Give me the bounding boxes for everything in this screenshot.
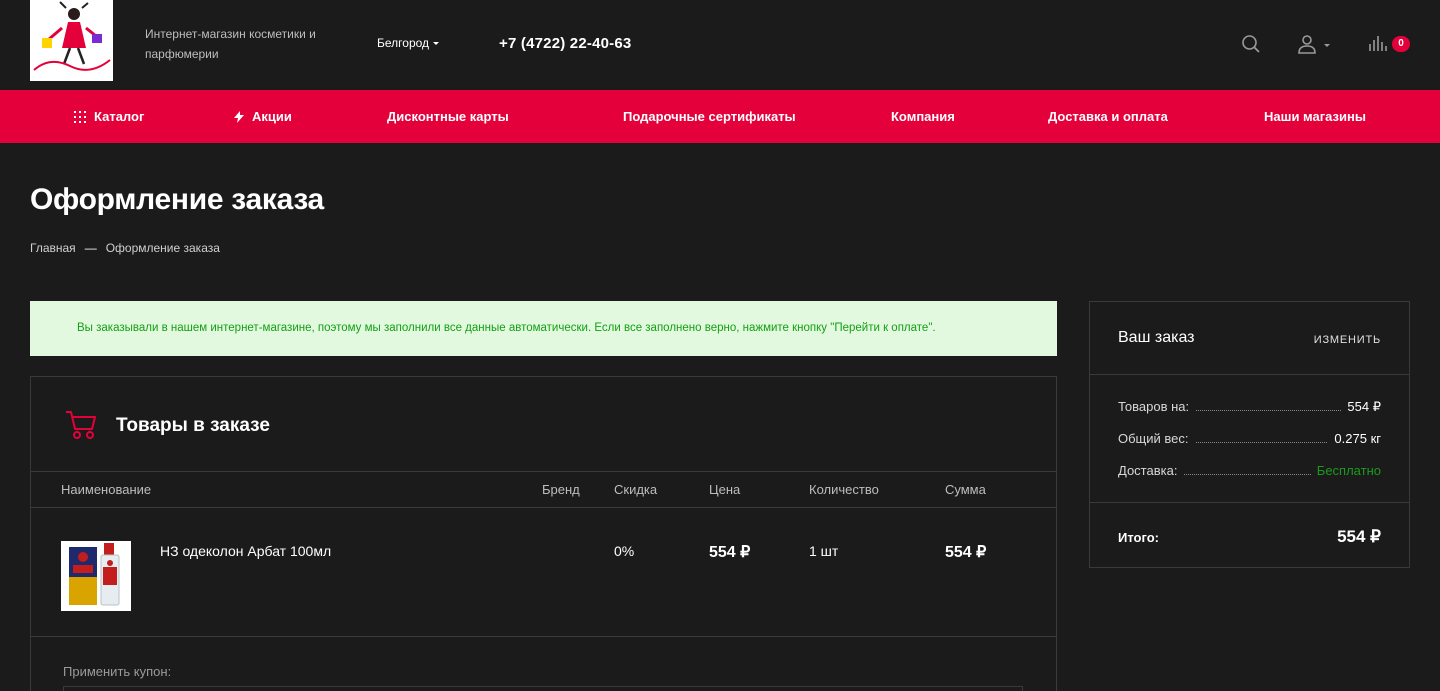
breadcrumb-home[interactable]: Главная xyxy=(30,241,76,255)
nav-catalog[interactable]: Каталог xyxy=(74,90,144,143)
site-header: Интернет-магазин косметики и парфюмерии … xyxy=(0,0,1440,90)
product-name[interactable]: НЗ одеколон Арбат 100мл xyxy=(160,543,331,559)
city-name: Белгород xyxy=(377,36,430,50)
summary-total-row: Итого: 554 ₽ xyxy=(1090,502,1409,568)
coupon-input[interactable] xyxy=(63,686,1023,691)
compare-count-badge: 0 xyxy=(1392,36,1410,52)
user-menu-chevron-icon[interactable] xyxy=(1324,44,1330,47)
order-summary-header: Ваш заказ изменить xyxy=(1090,302,1409,375)
product-image[interactable] xyxy=(61,541,131,611)
nav-company[interactable]: Компания xyxy=(891,90,955,143)
column-discount: Скидка xyxy=(614,482,658,497)
product-sum: 554 ₽ xyxy=(945,544,987,561)
total-label: Итого: xyxy=(1118,530,1159,545)
user-icon[interactable] xyxy=(1297,34,1317,54)
breadcrumb-separator: — xyxy=(84,241,97,255)
nav-discount-cards[interactable]: Дисконтные карты xyxy=(387,90,509,143)
summary-delivery-row: Доставка: Бесплатно xyxy=(1118,463,1381,483)
column-sum: Сумма xyxy=(945,482,986,497)
weight-value: 0.275 кг xyxy=(1328,431,1381,446)
column-price: Цена xyxy=(709,482,741,497)
table-header: Наименование Бренд Скидка Цена Количеств… xyxy=(31,472,1056,508)
main-nav: Каталог Акции Дисконтные карты Подарочны… xyxy=(0,90,1440,143)
goods-value: 554 ₽ xyxy=(1341,399,1381,415)
product-price: 554 ₽ xyxy=(709,544,751,561)
weight-label: Общий вес: xyxy=(1118,431,1195,446)
delivery-label: Доставка: xyxy=(1118,463,1184,478)
coupon-label: Применить купон: xyxy=(63,664,172,679)
order-items-card: Товары в заказе Наименование Бренд Скидк… xyxy=(30,376,1057,691)
order-items-header: Товары в заказе xyxy=(31,377,1056,472)
nav-catalog-label: Каталог xyxy=(94,109,145,124)
grid-icon xyxy=(74,110,86,123)
product-quantity: 1 шт xyxy=(809,543,839,559)
lightning-icon xyxy=(234,110,244,123)
order-summary: Ваш заказ изменить Товаров на: 554 ₽ Общ… xyxy=(1089,301,1410,568)
summary-weight-row: Общий вес: 0.275 кг xyxy=(1118,431,1381,451)
summary-goods-row: Товаров на: 554 ₽ xyxy=(1118,399,1381,419)
goods-label: Товаров на: xyxy=(1118,399,1196,414)
nav-stores[interactable]: Наши магазины xyxy=(1264,90,1366,143)
column-name: Наименование xyxy=(61,482,152,497)
compare-icon[interactable] xyxy=(1368,34,1388,54)
product-discount: 0% xyxy=(614,543,635,559)
nav-gift-certificates[interactable]: Подарочные сертификаты xyxy=(623,90,796,143)
product-thumbnail xyxy=(61,541,131,611)
search-icon[interactable] xyxy=(1241,34,1261,54)
autofill-notice: Вы заказывали в нашем интернет-магазине,… xyxy=(30,301,1057,356)
order-summary-title: Ваш заказ xyxy=(1118,329,1195,346)
breadcrumb-current: Оформление заказа xyxy=(105,241,220,255)
delivery-value: Бесплатно xyxy=(1310,463,1381,478)
logo[interactable] xyxy=(30,0,113,81)
column-quantity: Количество xyxy=(809,482,879,497)
site-slogan: Интернет-магазин косметики и парфюмерии xyxy=(145,27,316,61)
logo-image xyxy=(30,0,113,81)
table-row: НЗ одеколон Арбат 100мл 0% 554 ₽ 1 шт 55… xyxy=(31,508,1056,637)
city-selector[interactable]: Белгород xyxy=(377,36,440,50)
column-brand: Бренд xyxy=(542,482,580,497)
breadcrumb: Главная — Оформление заказа xyxy=(30,241,220,255)
nav-promo[interactable]: Акции xyxy=(234,90,292,143)
cart-icon xyxy=(66,411,96,439)
total-value: 554 ₽ xyxy=(1337,527,1381,546)
nav-delivery[interactable]: Доставка и оплата xyxy=(1048,90,1168,143)
edit-order-link[interactable]: изменить xyxy=(1314,334,1381,346)
nav-promo-label: Акции xyxy=(252,109,292,124)
page-title: Оформление заказа xyxy=(30,183,324,216)
chevron-down-icon xyxy=(433,42,440,46)
order-items-title: Товары в заказе xyxy=(116,415,270,436)
phone-number[interactable]: +7 (4722) 22-40-63 xyxy=(499,35,631,52)
